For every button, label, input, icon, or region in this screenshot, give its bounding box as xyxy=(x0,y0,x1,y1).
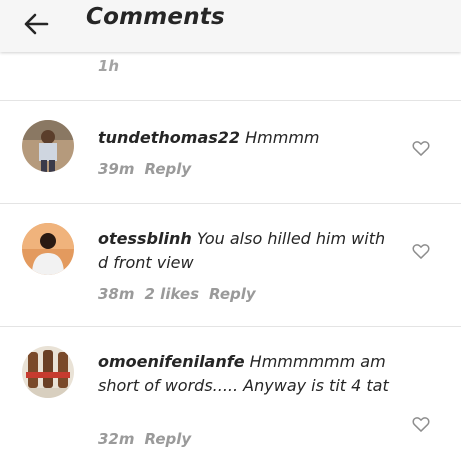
comment-meta: 38m 2 likes Reply xyxy=(98,285,266,303)
comment-item: omoenifenilanfe Hmmmmmm am short of word… xyxy=(0,326,461,468)
heart-icon xyxy=(412,244,430,259)
like-button[interactable] xyxy=(411,414,431,434)
reply-button[interactable]: Reply xyxy=(145,430,192,448)
heart-icon xyxy=(412,141,430,156)
like-button[interactable] xyxy=(411,138,431,158)
comment-time: 38m xyxy=(98,285,135,303)
avatar[interactable] xyxy=(22,223,74,275)
avatar[interactable] xyxy=(22,120,74,172)
like-button[interactable] xyxy=(411,241,431,261)
page-title: Comments xyxy=(86,4,225,30)
comment-body: Hmmmm xyxy=(245,128,320,147)
comment-time: 32m xyxy=(98,430,135,448)
comment-text: tundethomas22 Hmmmm xyxy=(98,126,398,150)
previous-comment-time: 1h xyxy=(98,57,120,75)
comment-text: omoenifenilanfe Hmmmmmm am short of word… xyxy=(98,350,398,398)
top-bar: Comments xyxy=(0,0,461,52)
comment-item: otessblinh You also hilled him with d fr… xyxy=(0,203,461,326)
back-button[interactable] xyxy=(18,6,54,42)
comment-text: otessblinh You also hilled him with d fr… xyxy=(98,227,398,275)
comment-item: tundethomas22 Hmmmm 39m Reply xyxy=(0,100,461,203)
reply-button[interactable]: Reply xyxy=(145,160,192,178)
avatar[interactable] xyxy=(22,346,74,398)
comment-username[interactable]: omoenifenilanfe xyxy=(98,352,245,371)
heart-icon xyxy=(412,417,430,432)
arrow-left-icon xyxy=(24,13,49,35)
comment-username[interactable]: otessblinh xyxy=(98,229,192,248)
comments-list[interactable]: 1h tundethomas22 Hmmmm 39m Reply otessbl… xyxy=(0,52,461,468)
reply-button[interactable]: Reply xyxy=(209,285,256,303)
comment-time: 39m xyxy=(98,160,135,178)
comment-username[interactable]: tundethomas22 xyxy=(98,128,240,147)
comment-meta: 39m Reply xyxy=(98,160,201,178)
likes-count[interactable]: 2 likes xyxy=(145,285,200,303)
comment-meta: 32m Reply xyxy=(98,430,201,448)
